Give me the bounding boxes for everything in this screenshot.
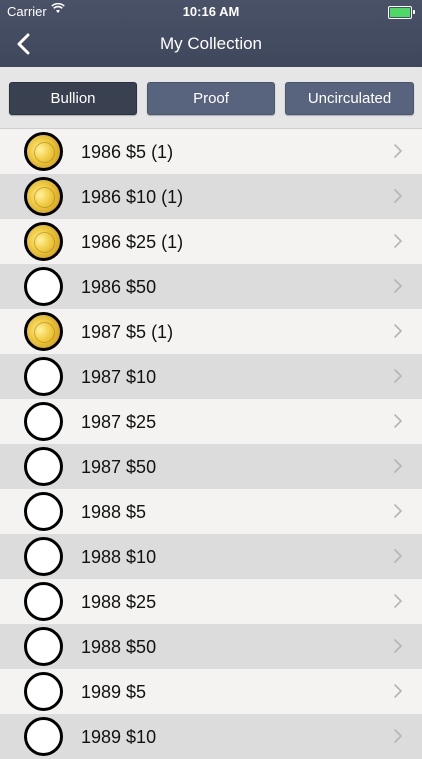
chevron-right-icon: [394, 369, 402, 383]
chevron-right-icon: [394, 189, 402, 203]
chevron-right-icon: [394, 414, 402, 428]
header: Carrier 10:16 AM My Collection: [0, 0, 422, 67]
list-item-label: 1988 $50: [81, 637, 157, 657]
empty-coin-icon: [24, 717, 63, 756]
chevron-right-icon: [394, 594, 402, 608]
battery-icon: [388, 6, 415, 19]
list-item[interactable]: 1987 $25: [0, 399, 422, 444]
segment-proof[interactable]: Proof: [147, 82, 275, 115]
list-item[interactable]: 1989 $10: [0, 714, 422, 759]
list-item-label: 1987 $50: [81, 457, 157, 477]
empty-coin-icon: [24, 627, 63, 666]
list-item-label: 1987 $5 (1): [81, 322, 174, 342]
list-item-label: 1986 $10 (1): [81, 187, 184, 207]
chevron-right-icon: [394, 729, 402, 743]
gold-coin-icon: [24, 222, 63, 261]
list-item-label: 1988 $10: [81, 547, 157, 567]
list-item[interactable]: 1986 $5 (1): [0, 129, 422, 174]
chevron-right-icon: [394, 144, 402, 158]
list-item-label: 1988 $25: [81, 592, 157, 612]
list-item[interactable]: 1986 $50: [0, 264, 422, 309]
empty-coin-icon: [24, 492, 63, 531]
list-item[interactable]: 1989 $5: [0, 669, 422, 714]
chevron-right-icon: [394, 504, 402, 518]
navigation-bar: My Collection: [0, 22, 422, 67]
empty-coin-icon: [24, 582, 63, 621]
chevron-right-icon: [394, 549, 402, 563]
list-item-label: 1989 $5: [81, 682, 147, 702]
segmented-control: Bullion Proof Uncirculated: [0, 67, 422, 129]
list-item-label: 1988 $5: [81, 502, 147, 522]
chevron-right-icon: [394, 279, 402, 293]
gold-coin-icon: [24, 132, 63, 171]
list-item[interactable]: 1986 $25 (1): [0, 219, 422, 264]
empty-coin-icon: [24, 357, 63, 396]
empty-coin-icon: [24, 267, 63, 306]
empty-coin-icon: [24, 447, 63, 486]
list-item[interactable]: 1987 $50: [0, 444, 422, 489]
list-item-label: 1986 $25 (1): [81, 232, 184, 252]
list-item-label: 1989 $10: [81, 727, 157, 747]
list-item-label: 1986 $5 (1): [81, 142, 174, 162]
list-item-label: 1987 $25: [81, 412, 157, 432]
list-item[interactable]: 1987 $10: [0, 354, 422, 399]
empty-coin-icon: [24, 537, 63, 576]
segment-uncirculated[interactable]: Uncirculated: [285, 82, 414, 115]
chevron-right-icon: [394, 639, 402, 653]
status-bar: Carrier 10:16 AM: [0, 0, 422, 22]
segment-bullion[interactable]: Bullion: [9, 82, 137, 115]
chevron-right-icon: [394, 459, 402, 473]
list-item[interactable]: 1986 $10 (1): [0, 174, 422, 219]
empty-coin-icon: [24, 672, 63, 711]
list-item-label: 1987 $10: [81, 367, 157, 387]
gold-coin-icon: [24, 177, 63, 216]
list-item[interactable]: 1988 $5: [0, 489, 422, 534]
list-item[interactable]: 1988 $10: [0, 534, 422, 579]
list-item-label: 1986 $50: [81, 277, 157, 297]
status-time: 10:16 AM: [182, 4, 240, 19]
chevron-right-icon: [394, 234, 402, 248]
gold-coin-icon: [24, 312, 63, 351]
page-title: My Collection: [159, 34, 263, 53]
list-item[interactable]: 1988 $25: [0, 579, 422, 624]
coin-list: 1986 $5 (1) 1986 $10 (1) 1986 $25 (1) 1986 …: [0, 129, 422, 759]
chevron-right-icon: [394, 684, 402, 698]
list-item[interactable]: 1987 $5 (1): [0, 309, 422, 354]
chevron-right-icon: [394, 324, 402, 338]
empty-coin-icon: [24, 402, 63, 441]
list-item[interactable]: 1988 $50: [0, 624, 422, 669]
